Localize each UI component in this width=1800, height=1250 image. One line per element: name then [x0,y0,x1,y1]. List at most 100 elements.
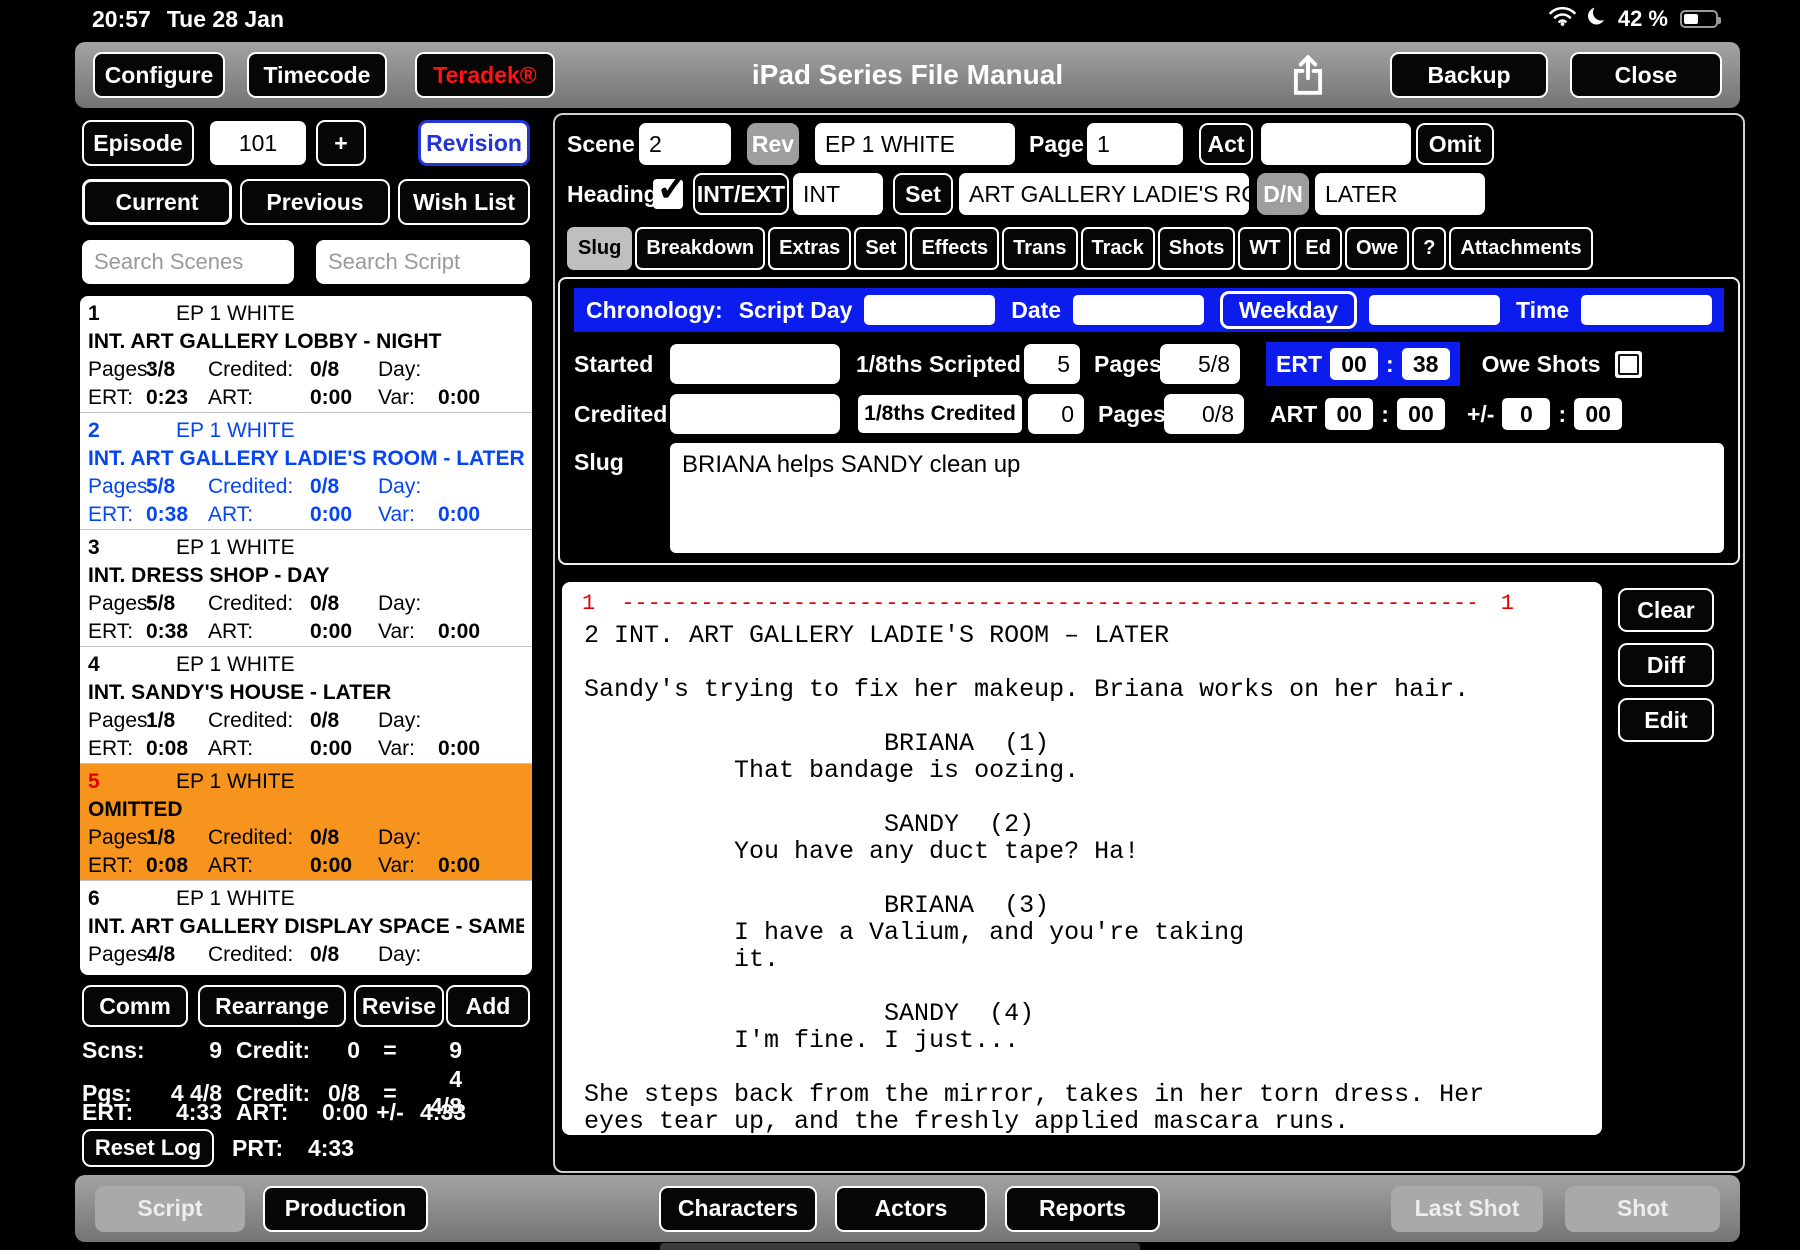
weekday-button[interactable]: Weekday [1219,291,1358,329]
production-button[interactable]: Production [263,1185,428,1232]
tab-wish-list[interactable]: Wish List [398,179,530,225]
wifi-icon [1549,6,1576,32]
scene-list-item[interactable]: 3 EP 1 WHITE INT. DRESS SHOP - DAY Pages: 5/… [80,530,532,647]
episode-number-field[interactable]: 101 [210,121,306,165]
scene-stats-row: ERT: 0:23 ART: 0:00 Var: 0:00 [88,386,481,409]
episode-field[interactable]: EP 1 WHITE [815,123,1015,165]
script-day-field[interactable] [864,295,996,325]
tab-owe[interactable]: Owe [1344,227,1410,270]
heading-checkbox[interactable] [653,165,690,211]
tab-extras[interactable]: Extras [768,227,852,270]
slug-textarea[interactable]: BRIANA helps SANDY clean up [670,443,1724,553]
tab-slug[interactable]: Slug [567,227,633,270]
share-export-icon[interactable] [1284,51,1332,99]
plus-minus-hours-field[interactable]: 0 [1502,398,1551,430]
omit-button[interactable]: Omit [1416,123,1494,165]
actors-button[interactable]: Actors [835,1185,987,1232]
scene-list-item[interactable]: 2 EP 1 WHITE INT. ART GALLERY LADIE'S ROOM… [80,413,532,530]
eighths-credited-field[interactable]: 0 [1028,394,1084,434]
scene-heading: INT. DRESS SHOP - DAY [88,563,330,587]
comm-button[interactable]: Comm [82,985,188,1027]
act-button[interactable]: Act [1199,123,1253,165]
rev-button[interactable]: Rev [747,123,799,165]
battery-percent: 42 % [1617,6,1668,31]
plus-minus-colon: : [1558,400,1567,427]
tab-q11[interactable]: ? [1412,227,1447,270]
tab-previous[interactable]: Previous [240,179,390,225]
date-label: Date [1011,296,1062,323]
scene-list-item[interactable]: 1 EP 1 WHITE INT. ART GALLERY LOBBY - NIGH… [80,296,532,413]
moon-icon [1586,4,1609,33]
int-ext-button[interactable]: INT/EXT [693,173,789,215]
owe-shots-checkbox[interactable] [1614,350,1642,378]
rearrange-button[interactable]: Rearrange [198,985,346,1027]
weekday-field[interactable] [1369,295,1500,325]
day-night-button[interactable]: D/N [1257,173,1309,215]
backup-button[interactable]: Backup [1390,52,1548,98]
chronology-label: Chronology: [586,296,723,323]
tab-current[interactable]: Current [82,179,232,225]
scene-heading: INT. ART GALLERY LOBBY - NIGHT [88,329,442,353]
set-button[interactable]: Set [893,173,953,215]
scene-stats-row: ERT: 0:38 ART: 0:00 Var: 0:00 [88,503,481,526]
scene-list[interactable]: 1 EP 1 WHITE INT. ART GALLERY LOBBY - NIGH… [80,296,532,975]
reset-log-button[interactable]: Reset Log [82,1129,214,1167]
diff-button[interactable]: Diff [1618,643,1714,687]
tab-attachments[interactable]: Attachments [1449,227,1593,270]
edit-button[interactable]: Edit [1618,698,1714,742]
pages-scripted-field[interactable]: 5/8 [1160,344,1240,384]
characters-button[interactable]: Characters [659,1185,817,1232]
day-night-field[interactable]: LATER [1315,173,1485,215]
tab-trans[interactable]: Trans [1002,227,1078,270]
scene-list-item[interactable]: 4 EP 1 WHITE INT. SANDY'S HOUSE - LATER Pag… [80,647,532,764]
add-scene-button[interactable]: Add [446,985,530,1027]
episode-button[interactable]: Episode [82,120,194,166]
configure-button[interactable]: Configure [93,52,225,98]
search-scenes-input[interactable] [82,240,294,284]
clear-button[interactable]: Clear [1618,588,1714,632]
art-hours-field[interactable]: 00 [1325,398,1374,430]
scene-list-item[interactable]: 5 EP 1 WHITE OMITTED Pages: 1/8 Credited: 0/8 D… [80,764,532,881]
int-ext-field[interactable]: INT [793,173,883,215]
plus-minus-minutes-field[interactable]: 00 [1574,398,1623,430]
ert-hours-field[interactable]: 00 [1330,348,1378,380]
close-button[interactable]: Close [1570,52,1722,98]
scene-list-item[interactable]: 6 EP 1 WHITE INT. ART GALLERY DISPLAY SPAC… [80,881,532,975]
tab-track[interactable]: Track [1080,227,1155,270]
revision-button[interactable]: Revision [418,120,530,166]
reports-button[interactable]: Reports [1005,1185,1160,1232]
search-script-input[interactable] [316,240,530,284]
scene-stats-row: Pages: 1/8 Credited: 0/8 Day: [88,709,422,732]
eighths-scripted-field[interactable]: 5 [1024,344,1080,384]
right-panel: Scene 2 Rev EP 1 WHITE Page 1 Act Omit H… [553,113,1745,1173]
tab-ed[interactable]: Ed [1294,227,1342,270]
scene-stats-row: Pages: 4/8 Credited: 0/8 Day: [88,943,422,966]
art-minutes-field[interactable]: 00 [1396,398,1445,430]
eighths-credited-button[interactable]: 1/8ths Credited [856,393,1024,435]
add-episode-button[interactable]: + [316,120,366,166]
teradek-button[interactable]: Teradek® [415,52,555,98]
started-field[interactable] [670,344,840,384]
tab-set[interactable]: Set [854,227,908,270]
scene-number-field[interactable]: 2 [639,123,731,165]
set-field[interactable]: ART GALLERY LADIE'S ROOM [959,173,1249,215]
page-field[interactable]: 1 [1087,123,1183,165]
time-field[interactable] [1581,295,1712,325]
left-panel: Episode 101 + Revision Current Previous … [75,115,537,1173]
ert-minutes-field[interactable]: 38 [1401,348,1450,380]
date-field[interactable] [1073,295,1204,325]
tab-effects[interactable]: Effects [910,227,1000,270]
tab-shots[interactable]: Shots [1157,227,1236,270]
act-field[interactable] [1261,123,1411,165]
pages-credited-field[interactable]: 0/8 [1164,394,1244,434]
tab-breakdown[interactable]: Breakdown [635,227,766,270]
revise-button[interactable]: Revise [354,985,444,1027]
credited-field[interactable] [670,394,840,434]
totals-row: ERT: 4:33 ART: 0:00 +/- 4:33 [82,1099,467,1125]
script-view[interactable]: 1 --------------------------------------… [562,582,1602,1135]
art-label: ART [1270,400,1318,427]
timecode-button[interactable]: Timecode [247,52,387,98]
tab-wt[interactable]: WT [1238,227,1292,270]
home-indicator[interactable] [660,1243,1140,1250]
scene-stats-row: ERT: 0:08 ART: 0:00 Var: 0:00 [88,737,481,760]
